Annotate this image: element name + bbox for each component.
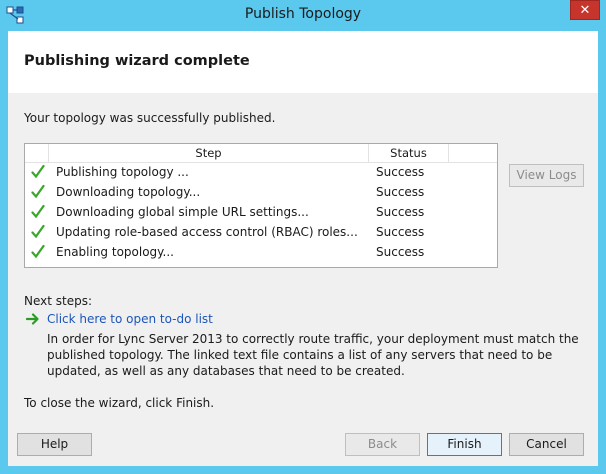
step-status: Success — [376, 185, 425, 199]
arrow-right-icon — [26, 313, 39, 325]
step-name: Updating role-based access control (RBAC… — [56, 225, 358, 239]
steps-table: Step Status Publishing topology ... Succ… — [24, 143, 498, 268]
step-status: Success — [376, 205, 425, 219]
page-title: Publishing wizard complete — [24, 53, 250, 69]
table-row: Downloading topology... Success — [25, 183, 497, 203]
checkmark-icon — [31, 224, 45, 239]
help-button[interactable]: Help — [17, 433, 92, 456]
title-bar[interactable]: Publish Topology ✕ — [0, 0, 606, 31]
step-status: Success — [376, 165, 425, 179]
open-todo-list-link[interactable]: Click here to open to-do list — [47, 312, 213, 326]
window-title: Publish Topology — [244, 6, 362, 22]
cancel-button[interactable]: Cancel — [509, 433, 584, 456]
checkmark-icon — [31, 204, 45, 219]
checkmark-icon — [31, 244, 45, 259]
step-status: Success — [376, 245, 425, 259]
column-header-icon — [25, 144, 49, 162]
close-hint: To close the wizard, click Finish. — [24, 396, 215, 410]
checkmark-icon — [31, 184, 45, 199]
table-row: Downloading global simple URL settings..… — [25, 203, 497, 223]
table-header: Step Status — [25, 144, 497, 163]
wizard-body: Publishing wizard complete Your topology… — [8, 31, 598, 466]
publish-topology-window: Publish Topology ✕ Publishing wizard com… — [0, 0, 606, 474]
next-steps-label: Next steps: — [24, 294, 93, 308]
table-row: Publishing topology ... Success — [25, 163, 497, 183]
success-message: Your topology was successfully published… — [24, 111, 276, 125]
back-button[interactable]: Back — [345, 433, 420, 456]
view-logs-button[interactable]: View Logs — [509, 164, 584, 187]
wizard-header: Publishing wizard complete — [8, 31, 598, 93]
close-window-button[interactable]: ✕ — [570, 0, 600, 20]
column-header-step: Step — [49, 144, 369, 162]
close-icon: ✕ — [579, 3, 591, 18]
step-name: Enabling topology... — [56, 245, 174, 259]
step-status: Success — [376, 225, 425, 239]
table-row: Updating role-based access control (RBAC… — [25, 223, 497, 243]
column-header-status: Status — [369, 144, 449, 162]
step-name: Downloading topology... — [56, 185, 201, 199]
table-row: Enabling topology... Success — [25, 243, 497, 263]
next-steps-description: In order for Lync Server 2013 to correct… — [47, 332, 579, 378]
finish-button[interactable]: Finish — [427, 433, 502, 456]
step-name: Publishing topology ... — [56, 165, 189, 179]
checkmark-icon — [31, 164, 45, 179]
step-name: Downloading global simple URL settings..… — [56, 205, 309, 219]
